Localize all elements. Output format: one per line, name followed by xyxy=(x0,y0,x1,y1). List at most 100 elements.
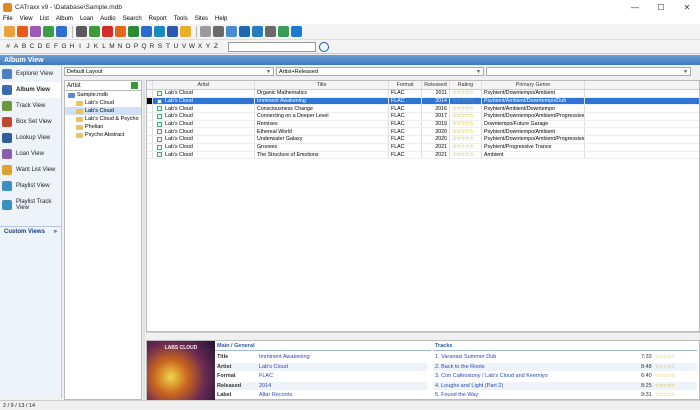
letter-i[interactable]: I xyxy=(76,43,84,50)
tree-node[interactable]: Lab's Cloud xyxy=(65,99,141,107)
track-name[interactable]: 4. Loughs and Light (Part 2) xyxy=(435,383,641,389)
letter-k[interactable]: K xyxy=(92,43,100,50)
nav-explorer[interactable]: Explorer View xyxy=(0,66,61,82)
rating-cell[interactable]: ☆☆☆☆☆ xyxy=(450,128,482,136)
rating-cell[interactable]: ☆☆☆☆☆ xyxy=(450,120,482,128)
letter-m[interactable]: M xyxy=(108,43,116,50)
letter-p[interactable]: P xyxy=(132,43,140,50)
custom-views-header[interactable]: Custom Views » xyxy=(0,226,61,237)
rating-cell[interactable]: ☆☆☆☆☆ xyxy=(450,105,482,113)
column-header-title[interactable]: Title xyxy=(255,81,389,89)
toolbar-button-icon[interactable] xyxy=(115,26,126,37)
close-button[interactable]: ✕ xyxy=(674,0,700,14)
rating-cell[interactable]: ☆☆☆☆☆ xyxy=(450,90,482,97)
rating-cell[interactable]: ☆☆☆☆☆ xyxy=(450,143,482,151)
tree-node[interactable]: Sample.mdb xyxy=(65,91,141,99)
nav-album[interactable]: Album View xyxy=(0,82,61,98)
toolbar-button-icon[interactable] xyxy=(76,26,87,37)
track-name[interactable]: 2. Back to the Roots xyxy=(435,364,641,370)
checkbox[interactable] xyxy=(157,152,162,158)
nav-boxset[interactable]: Box Set View xyxy=(0,114,61,130)
letter-v[interactable]: V xyxy=(180,43,188,50)
rating-cell[interactable]: ☆☆☆☆☆ xyxy=(450,151,482,159)
table-row[interactable]: Lab's Cloud Connecting on a Deeper Level F… xyxy=(147,113,699,121)
toolbar-button-icon[interactable] xyxy=(291,26,302,37)
rating-cell[interactable]: ☆☆☆☆☆ xyxy=(450,113,482,120)
table-row[interactable]: Lab's Cloud Imminent Awakening FLAC 2014 ☆☆☆… xyxy=(147,97,699,106)
letter-x[interactable]: X xyxy=(196,43,204,50)
toolbar-button-icon[interactable] xyxy=(265,26,276,37)
detail-field-value[interactable]: FLAC xyxy=(259,373,273,379)
nav-loan[interactable]: Loan View xyxy=(0,146,61,162)
letter-#[interactable]: # xyxy=(4,43,12,50)
toolbar-button-icon[interactable] xyxy=(226,26,237,37)
menu-search[interactable]: Search xyxy=(123,16,142,22)
nav-playlist-track[interactable]: Playlist Track View xyxy=(0,194,61,216)
toolbar-button-icon[interactable] xyxy=(200,26,211,37)
menu-loan[interactable]: Loan xyxy=(80,16,93,22)
letter-z[interactable]: Z xyxy=(212,43,220,50)
menu-tools[interactable]: Tools xyxy=(174,16,188,22)
detail-field-value[interactable]: Lab's Cloud xyxy=(259,364,288,370)
search-input[interactable] xyxy=(228,41,316,52)
filter-select[interactable]: ▼ xyxy=(486,67,691,76)
tree-node[interactable]: Phelian xyxy=(65,123,141,131)
track-rating[interactable]: ☆☆☆☆☆ xyxy=(655,373,697,379)
toolbar-button-icon[interactable] xyxy=(102,26,113,37)
track-row[interactable]: 1. Varanasi Summer Dub 7:33 ☆☆☆☆☆ xyxy=(433,353,697,362)
checkbox[interactable] xyxy=(157,106,162,112)
table-row[interactable]: Lab's Cloud Organic Mathematics FLAC 2011 ☆☆… xyxy=(147,90,699,98)
letter-g[interactable]: G xyxy=(60,43,68,50)
letter-q[interactable]: Q xyxy=(140,43,148,50)
layout-select[interactable]: Default Layout ▼ xyxy=(64,67,274,76)
minimize-button[interactable]: — xyxy=(622,0,648,14)
letter-w[interactable]: W xyxy=(188,43,196,50)
nav-track[interactable]: Track View xyxy=(0,98,61,114)
column-header-format[interactable]: Format xyxy=(389,81,422,89)
letter-t[interactable]: T xyxy=(164,43,172,50)
toolbar-button-icon[interactable] xyxy=(252,26,263,37)
detail-field-value[interactable]: 2014 xyxy=(259,383,271,389)
rating-cell[interactable]: ☆☆☆☆☆ xyxy=(450,97,482,105)
track-row[interactable]: 5. Found the Way 9:31 ☆☆☆☆☆ xyxy=(433,391,697,400)
menu-list[interactable]: List xyxy=(40,16,49,22)
column-header-primary-genre[interactable]: Primary Genre xyxy=(482,81,585,89)
splitter[interactable] xyxy=(143,80,145,400)
letter-o[interactable]: O xyxy=(124,43,132,50)
toolbar-button-icon[interactable] xyxy=(278,26,289,37)
checkbox[interactable] xyxy=(157,90,162,96)
checkbox[interactable] xyxy=(157,136,162,142)
menu-album[interactable]: Album xyxy=(56,16,73,22)
tree-node[interactable]: Lab's Cloud & Psycho xyxy=(65,115,141,123)
toolbar-button-icon[interactable] xyxy=(213,26,224,37)
menu-view[interactable]: View xyxy=(20,16,33,22)
letter-l[interactable]: L xyxy=(100,43,108,50)
menu-report[interactable]: Report xyxy=(149,16,167,22)
letter-b[interactable]: B xyxy=(20,43,28,50)
tree-field-select[interactable]: Artist xyxy=(65,81,141,91)
track-rating[interactable]: ☆☆☆☆☆ xyxy=(655,392,697,398)
column-header-released[interactable]: Released xyxy=(422,81,450,89)
table-row[interactable]: Lab's Cloud Consciousness Change FLAC 2016 ☆… xyxy=(147,105,699,114)
track-row[interactable]: 3. Con Cafeostony / Lab's Cloud and Keem… xyxy=(433,372,697,381)
track-rating[interactable]: ☆☆☆☆☆ xyxy=(655,383,697,389)
letter-r[interactable]: R xyxy=(148,43,156,50)
filter-icon[interactable] xyxy=(131,82,138,89)
maximize-button[interactable]: ☐ xyxy=(648,0,674,14)
toolbar-button-icon[interactable] xyxy=(30,26,41,37)
toolbar-button-icon[interactable] xyxy=(239,26,250,37)
detail-field-value[interactable]: Imminent Awakening xyxy=(259,354,310,360)
detail-field-value[interactable]: Altar Records xyxy=(259,392,292,398)
toolbar-button-icon[interactable] xyxy=(17,26,28,37)
menu-file[interactable]: File xyxy=(3,16,13,22)
checkbox[interactable] xyxy=(157,144,162,150)
nav-playlist[interactable]: Playlist View xyxy=(0,178,61,194)
table-row[interactable]: Lab's Cloud Ethereal World FLAC 2020 ☆☆☆☆☆ Ps… xyxy=(147,128,699,137)
letter-c[interactable]: C xyxy=(28,43,36,50)
track-name[interactable]: 5. Found the Way xyxy=(435,392,641,398)
rating-cell[interactable]: ☆☆☆☆☆ xyxy=(450,136,482,143)
letter-a[interactable]: A xyxy=(12,43,20,50)
toolbar-button-icon[interactable] xyxy=(128,26,139,37)
checkbox[interactable] xyxy=(157,98,162,104)
nav-wantlist[interactable]: Want List View xyxy=(0,162,61,178)
